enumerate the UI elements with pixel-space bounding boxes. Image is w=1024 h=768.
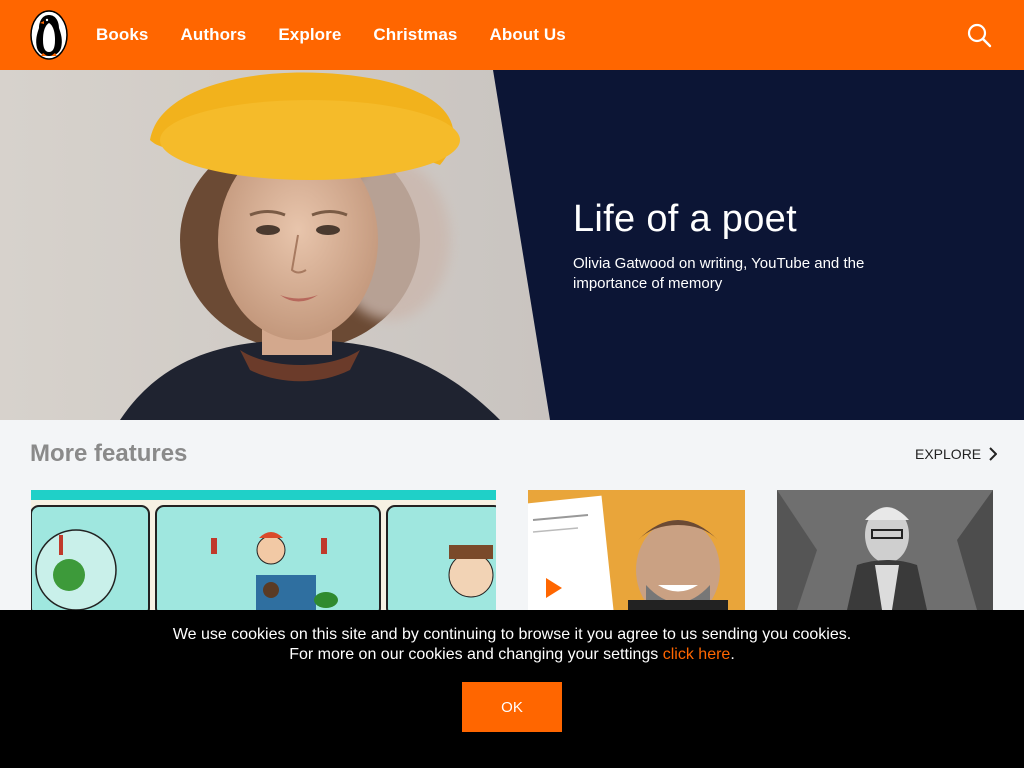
cookie-settings-link[interactable]: click here [663, 646, 731, 663]
main-nav: Books Authors Explore Christmas About Us [96, 0, 598, 70]
feature-card-author[interactable] [777, 490, 993, 610]
comic-illustration-image [31, 490, 496, 610]
feature-card-video[interactable] [528, 490, 745, 610]
cookie-ok-button[interactable]: OK [462, 682, 562, 732]
penguin-logo-icon[interactable] [30, 10, 68, 60]
author-photo-image [777, 490, 993, 610]
hero-portrait-image [0, 70, 550, 420]
cookie-message: We use cookies on this site and by conti… [172, 626, 852, 643]
nav-item-about-us[interactable]: About Us [489, 25, 565, 45]
nav-item-authors[interactable]: Authors [180, 25, 246, 45]
hero-title[interactable]: Life of a poet [573, 198, 797, 241]
cookie-banner: We use cookies on this site and by conti… [0, 610, 1024, 768]
explore-link[interactable]: EXPLORE [915, 446, 998, 462]
explore-label: EXPLORE [915, 446, 982, 462]
hero-banner[interactable]: Life of a poet Olivia Gatwood on writing… [0, 70, 1024, 420]
cookie-settings-text: For more on our cookies and changing you… [289, 646, 663, 663]
nav-item-books[interactable]: Books [96, 25, 148, 45]
cookie-settings-message: For more on our cookies and changing you… [0, 646, 1024, 664]
search-icon[interactable] [966, 22, 992, 48]
site-header: Books Authors Explore Christmas About Us [0, 0, 1024, 70]
more-features-heading: More features [30, 440, 188, 467]
nav-item-explore[interactable]: Explore [278, 25, 341, 45]
nav-item-christmas[interactable]: Christmas [373, 25, 457, 45]
hero-subtitle: Olivia Gatwood on writing, YouTube and t… [573, 255, 865, 292]
chevron-right-icon [989, 447, 998, 461]
cookie-settings-period: . [730, 646, 735, 663]
author-video-image [528, 490, 745, 610]
feature-card-comic[interactable] [31, 490, 496, 610]
